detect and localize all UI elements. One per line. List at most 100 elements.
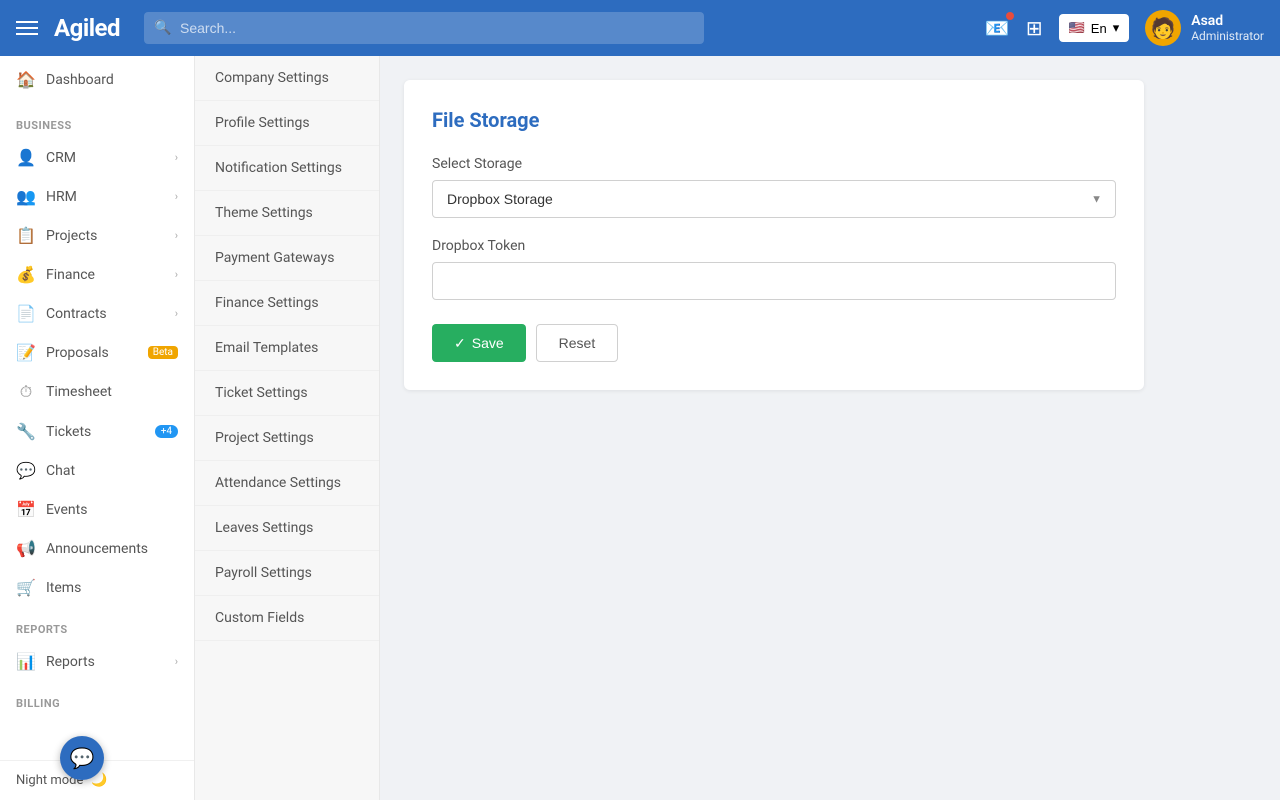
save-label: Save <box>472 335 504 351</box>
settings-item-theme[interactable]: Theme Settings <box>195 191 379 236</box>
action-buttons: ✓ Save Reset <box>432 324 1116 362</box>
section-label-reports: REPORTS <box>0 607 194 642</box>
main-content: File Storage Select Storage Dropbox Stor… <box>380 56 1280 800</box>
items-icon: 🛒 <box>16 578 36 597</box>
logo: Agiled <box>54 14 120 42</box>
sidebar-item-proposals[interactable]: 📝 Proposals Beta <box>0 333 194 372</box>
sidebar-item-contracts[interactable]: 📄 Contracts › <box>0 294 194 333</box>
sidebar-item-announcements[interactable]: 📢 Announcements <box>0 529 194 568</box>
select-storage-label: Select Storage <box>432 156 1116 172</box>
sidebar-item-label: Dashboard <box>46 72 178 88</box>
settings-item-notification[interactable]: Notification Settings <box>195 146 379 191</box>
sidebar-item-items[interactable]: 🛒 Items <box>0 568 194 607</box>
hrm-icon: 👥 <box>16 187 36 206</box>
chevron-right-icon: › <box>175 229 178 242</box>
sidebar-item-dashboard[interactable]: 🏠 Dashboard <box>0 56 194 103</box>
left-sidebar: 🏠 Dashboard BUSINESS 👤 CRM › 👥 HRM › 📋 P… <box>0 56 195 800</box>
settings-sidebar: Company Settings Profile Settings Notifi… <box>195 56 380 800</box>
tickets-count-badge: +4 <box>155 425 178 438</box>
lang-label: En <box>1091 21 1107 36</box>
projects-icon: 📋 <box>16 226 36 245</box>
settings-item-project[interactable]: Project Settings <box>195 416 379 461</box>
section-label-billing: BILLING <box>0 681 194 716</box>
settings-item-custom-fields[interactable]: Custom Fields <box>195 596 379 641</box>
section-label-business: BUSINESS <box>0 103 194 138</box>
sidebar-item-label: Tickets <box>46 424 145 440</box>
crm-icon: 👤 <box>16 148 36 167</box>
reports-icon: 📊 <box>16 652 36 671</box>
settings-item-payment[interactable]: Payment Gateways <box>195 236 379 281</box>
finance-icon: 💰 <box>16 265 36 284</box>
file-storage-card: File Storage Select Storage Dropbox Stor… <box>404 80 1144 390</box>
sidebar-item-label: Timesheet <box>46 384 178 400</box>
token-label: Dropbox Token <box>432 238 1116 254</box>
sidebar-item-tickets[interactable]: 🔧 Tickets +4 <box>0 412 194 451</box>
sidebar-item-label: Contracts <box>46 306 165 322</box>
save-button[interactable]: ✓ Save <box>432 324 526 362</box>
events-icon: 📅 <box>16 500 36 519</box>
sidebar-item-label: Projects <box>46 228 165 244</box>
sidebar-item-label: Items <box>46 580 178 596</box>
storage-select-wrapper: Dropbox Storage Local Storage Amazon S3 … <box>432 180 1116 218</box>
token-group: Dropbox Token <box>432 238 1116 300</box>
checkmark-icon: ✓ <box>454 335 466 352</box>
storage-select[interactable]: Dropbox Storage Local Storage Amazon S3 … <box>432 180 1116 218</box>
sidebar-item-reports[interactable]: 📊 Reports › <box>0 642 194 681</box>
sidebar-item-label: Announcements <box>46 541 178 557</box>
settings-item-payroll[interactable]: Payroll Settings <box>195 551 379 596</box>
sidebar-item-label: CRM <box>46 150 165 166</box>
chevron-right-icon: › <box>175 655 178 668</box>
chat-icon: 💬 <box>16 461 36 480</box>
chevron-down-icon: ▾ <box>1113 20 1120 36</box>
sidebar-item-label: Reports <box>46 654 165 670</box>
contracts-icon: 📄 <box>16 304 36 323</box>
dropbox-token-input[interactable] <box>432 262 1116 300</box>
sidebar-item-label: Finance <box>46 267 165 283</box>
sidebar-item-label: Proposals <box>46 345 138 361</box>
chat-bubble[interactable]: 💬 <box>60 736 104 780</box>
search-input[interactable] <box>144 12 704 44</box>
timesheet-icon: ⏱ <box>16 382 36 402</box>
user-info[interactable]: 🧑 Asad Administrator <box>1145 10 1264 46</box>
avatar: 🧑 <box>1145 10 1181 46</box>
user-name: Asad <box>1191 13 1264 29</box>
chevron-right-icon: › <box>175 268 178 281</box>
sidebar-item-chat[interactable]: 💬 Chat <box>0 451 194 490</box>
select-storage-group: Select Storage Dropbox Storage Local Sto… <box>432 156 1116 218</box>
proposals-icon: 📝 <box>16 343 36 362</box>
apps-icon[interactable]: ⊞ <box>1026 16 1043 40</box>
notification-icon[interactable]: 📧 <box>985 16 1010 40</box>
settings-item-email[interactable]: Email Templates <box>195 326 379 371</box>
home-icon: 🏠 <box>16 70 36 89</box>
reset-button[interactable]: Reset <box>536 324 619 362</box>
settings-item-company[interactable]: Company Settings <box>195 56 379 101</box>
chevron-right-icon: › <box>175 307 178 320</box>
body-wrapper: 🏠 Dashboard BUSINESS 👤 CRM › 👥 HRM › 📋 P… <box>0 56 1280 800</box>
sidebar-item-projects[interactable]: 📋 Projects › <box>0 216 194 255</box>
settings-item-profile[interactable]: Profile Settings <box>195 101 379 146</box>
sidebar-item-timesheet[interactable]: ⏱ Timesheet <box>0 372 194 412</box>
flag-icon: 🇺🇸 <box>1069 20 1085 36</box>
language-button[interactable]: 🇺🇸 En ▾ <box>1059 14 1130 42</box>
sidebar-item-finance[interactable]: 💰 Finance › <box>0 255 194 294</box>
page-title: File Storage <box>432 108 1116 132</box>
chevron-right-icon: › <box>175 151 178 164</box>
user-role: Administrator <box>1191 29 1264 43</box>
sidebar-item-label: Events <box>46 502 178 518</box>
settings-item-finance[interactable]: Finance Settings <box>195 281 379 326</box>
sidebar-item-events[interactable]: 📅 Events <box>0 490 194 529</box>
settings-item-ticket[interactable]: Ticket Settings <box>195 371 379 416</box>
sidebar-item-crm[interactable]: 👤 CRM › <box>0 138 194 177</box>
tickets-icon: 🔧 <box>16 422 36 441</box>
sidebar-item-hrm[interactable]: 👥 HRM › <box>0 177 194 216</box>
header-right: 📧 ⊞ 🇺🇸 En ▾ 🧑 Asad Administrator <box>985 10 1264 46</box>
settings-item-attendance[interactable]: Attendance Settings <box>195 461 379 506</box>
menu-icon[interactable] <box>16 21 38 35</box>
search-wrapper <box>144 12 704 44</box>
header: Agiled 📧 ⊞ 🇺🇸 En ▾ 🧑 Asad Administrator <box>0 0 1280 56</box>
sidebar-item-label: Chat <box>46 463 178 479</box>
chevron-right-icon: › <box>175 190 178 203</box>
beta-badge: Beta <box>148 346 178 359</box>
settings-item-leaves[interactable]: Leaves Settings <box>195 506 379 551</box>
sidebar-item-label: HRM <box>46 189 165 205</box>
